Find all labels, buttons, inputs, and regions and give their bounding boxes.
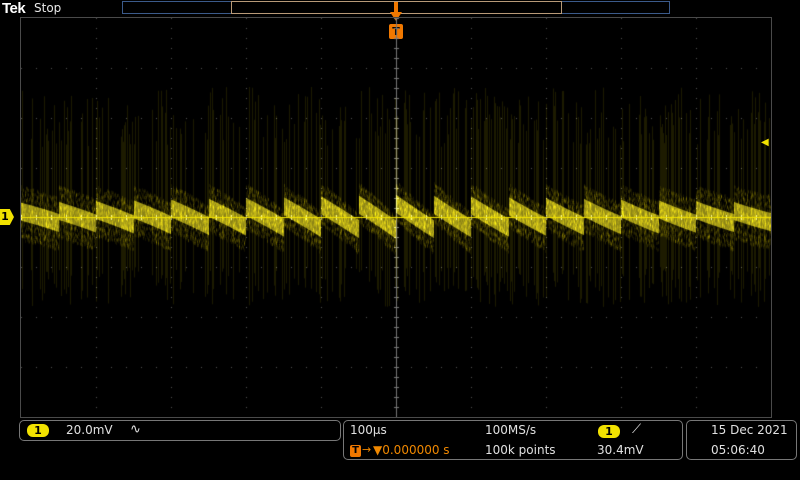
channel-1-readout[interactable]: 1 20.0mV ∿ — [19, 420, 341, 441]
ac-coupling-icon: ∿ — [130, 422, 141, 437]
graticule-waveform-canvas — [21, 18, 771, 417]
acquisition-status: Stop — [34, 1, 62, 15]
trigger-level-arrow-icon[interactable]: ◀ — [761, 137, 769, 148]
rising-edge-icon: ⟋ — [632, 422, 642, 437]
trigger-arrow-icon: → — [362, 443, 372, 456]
vertical-scale: 20.0mV — [66, 423, 113, 437]
horizontal-scale: 100µs — [350, 423, 387, 437]
waveform-display[interactable] — [20, 17, 772, 418]
sample-rate: 100MS/s — [485, 423, 537, 437]
time: 05:06:40 — [711, 443, 765, 457]
channel-1-badge: 1 — [27, 424, 49, 437]
timebase-trigger-readout[interactable]: 100µs T → ▼0.000000 s 100MS/s 100k point… — [343, 420, 683, 460]
trigger-source-badge: 1 — [598, 425, 620, 438]
date: 15 Dec 2021 — [711, 423, 788, 437]
trigger-offset: ▼0.000000 s — [373, 443, 450, 457]
trigger-delay-icon: T — [350, 445, 361, 457]
trigger-level: 30.4mV — [597, 443, 644, 457]
record-length: 100k points — [485, 443, 556, 457]
date-time-readout[interactable]: 15 Dec 2021 05:06:40 — [686, 420, 797, 460]
tek-logo: Tek — [2, 0, 26, 17]
channel-1-ground-marker[interactable]: 1 — [0, 209, 14, 225]
